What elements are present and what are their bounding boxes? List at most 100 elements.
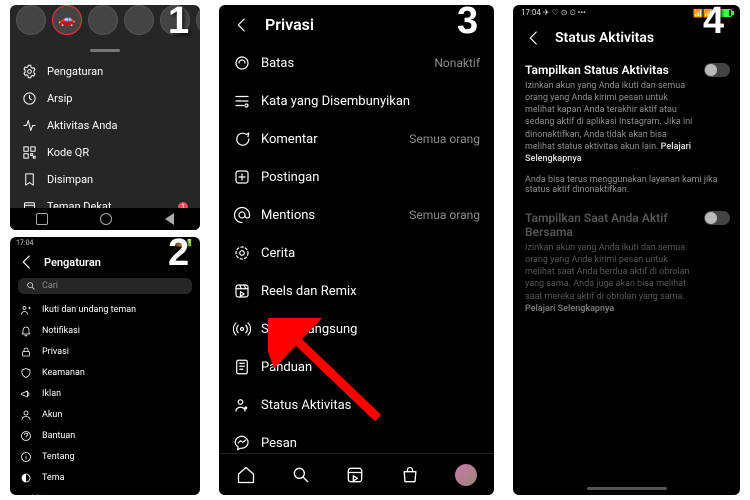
privacy-item-siaran[interactable]: Siaran Langsung	[219, 310, 494, 348]
settings-item-keamanan[interactable]: Keamanan	[10, 362, 200, 383]
settings-item-akun[interactable]: Akun	[10, 404, 200, 425]
settings-item-notifikasi[interactable]: Notifikasi	[10, 320, 200, 341]
reels-icon[interactable]	[345, 465, 365, 485]
shield-icon	[20, 367, 32, 379]
search-placeholder: Cari	[42, 281, 58, 291]
story-avatar[interactable]	[88, 5, 118, 35]
settings-label: Akun	[42, 410, 62, 420]
privacy-item-panduan[interactable]: Panduan	[219, 348, 494, 386]
item-label: Batas	[261, 56, 424, 71]
item-label: Panduan	[261, 360, 312, 375]
settings-item-tema[interactable]: Tema	[10, 467, 200, 488]
add-friend-icon	[20, 304, 32, 316]
menu-item-pengaturan[interactable]: Pengaturan	[10, 58, 200, 85]
item-value: Nonaktif	[434, 56, 480, 70]
toggle-switch[interactable]	[704, 211, 730, 225]
home-button[interactable]	[100, 213, 112, 225]
info-note: Anda bisa terus menggunakan layanan kami…	[513, 175, 740, 203]
live-icon	[233, 320, 251, 338]
bookmark-icon	[22, 172, 37, 187]
search-input[interactable]: Cari	[18, 278, 192, 294]
sheet-handle[interactable]	[90, 49, 120, 52]
header: Pengaturan	[10, 251, 200, 275]
status-time: 17:04	[16, 239, 33, 249]
item-label: Status Aktivitas	[261, 398, 351, 413]
account-icon	[20, 409, 32, 421]
toggle-title: Tampilkan Saat Anda Aktif Bersama	[525, 211, 728, 239]
activity-status-icon	[233, 396, 251, 414]
privacy-item-cerita[interactable]: Cerita	[219, 234, 494, 272]
item-label: Pesan	[261, 436, 297, 451]
gesture-bar[interactable]	[587, 487, 667, 490]
settings-item-privasi[interactable]: Privasi	[10, 341, 200, 362]
status-right: 📶📶	[693, 9, 732, 18]
settings-label: Privasi	[42, 347, 69, 357]
stories-row[interactable]: 🚗	[10, 5, 200, 41]
back-icon[interactable]	[525, 29, 543, 47]
menu-item-aktivitas[interactable]: Aktivitas Anda	[10, 112, 200, 139]
learn-more-link[interactable]: Pelajari Selengkapnya	[525, 304, 614, 314]
privacy-item-reels[interactable]: Reels dan Remix	[219, 272, 494, 310]
back-icon[interactable]	[18, 253, 36, 271]
menu-item-disimpan[interactable]: Disimpan	[10, 166, 200, 193]
activity-icon	[22, 118, 37, 133]
megaphone-icon	[20, 388, 32, 400]
menu-item-arsip[interactable]: Arsip	[10, 85, 200, 112]
settings-label: Iklan	[42, 389, 61, 399]
recents-button[interactable]	[36, 213, 48, 225]
back-icon[interactable]	[233, 16, 251, 34]
search-icon[interactable]	[291, 465, 311, 485]
menu-label: Disimpan	[47, 173, 93, 186]
settings-item-ikuti[interactable]: Ikuti dan undang teman	[10, 299, 200, 320]
privacy-item-komentar[interactable]: Komentar Semua orang	[219, 120, 494, 158]
battery-icon	[716, 9, 732, 17]
status-icons: 📶 🔋	[175, 239, 194, 249]
privacy-item-postingan[interactable]: Postingan	[219, 158, 494, 196]
settings-item-bantuan[interactable]: Bantuan	[10, 425, 200, 446]
screenshot-2-pengaturan: 17:04 📶 🔋 Pengaturan Cari Ikuti dan unda…	[10, 237, 200, 495]
profile-avatar[interactable]	[455, 464, 477, 486]
gear-icon	[22, 64, 37, 79]
guide-icon	[233, 358, 251, 376]
story-icon	[233, 244, 251, 262]
story-avatar[interactable]: 🚗	[52, 5, 82, 35]
item-label: Postingan	[261, 170, 319, 185]
settings-item-tentang[interactable]: Tentang	[10, 446, 200, 467]
story-avatar[interactable]	[160, 5, 190, 35]
home-icon[interactable]	[236, 465, 256, 485]
back-button[interactable]	[165, 213, 174, 225]
android-nav-bar	[10, 208, 200, 230]
settings-label: Ikuti dan undang teman	[42, 305, 136, 315]
toggle-item-aktif-bersama: Tampilkan Saat Anda Aktif Bersama Izinka…	[513, 203, 740, 325]
privacy-item-mentions[interactable]: Mentions Semua orang	[219, 196, 494, 234]
shop-icon[interactable]	[400, 465, 420, 485]
settings-label: Tentang	[42, 452, 75, 462]
page-title: Pengaturan	[44, 256, 101, 269]
menu-label: Arsip	[47, 92, 72, 105]
toggle-switch[interactable]	[704, 63, 730, 77]
settings-item-iklan[interactable]: Iklan	[10, 383, 200, 404]
item-label: Siaran Langsung	[261, 322, 357, 337]
screenshot-1-profile-menu: 🚗 Pengaturan Arsip Aktivitas Anda Kode Q…	[10, 5, 200, 230]
status-time: 17:04 ✈ ♡ ⊙ ⏲ •••	[521, 8, 586, 18]
privacy-item-status-aktivitas[interactable]: Status Aktivitas	[219, 386, 494, 424]
help-icon	[20, 430, 32, 442]
toggle-desc: Izinkan akun yang Anda ikuti dan semua o…	[525, 242, 728, 315]
item-label: Cerita	[261, 246, 295, 261]
bell-icon	[20, 325, 32, 337]
privacy-item-batas[interactable]: Batas Nonaktif	[219, 44, 494, 82]
story-avatar[interactable]	[124, 5, 154, 35]
bottom-sheet: Pengaturan Arsip Aktivitas Anda Kode QR …	[10, 41, 200, 230]
menu-item-kode-qr[interactable]: Kode QR	[10, 139, 200, 166]
item-label: Mentions	[261, 208, 399, 223]
bottom-nav	[219, 453, 494, 495]
messenger-icon	[233, 434, 251, 452]
page-title: Status Aktivitas	[555, 30, 654, 46]
settings-label: Notifikasi	[42, 326, 80, 336]
privacy-item-kata[interactable]: Kata yang Disembunyikan	[219, 82, 494, 120]
comment-icon	[233, 130, 251, 148]
reels-icon	[233, 282, 251, 300]
settings-label: Tema	[42, 473, 65, 483]
story-avatar[interactable]	[196, 5, 200, 35]
story-avatar[interactable]	[16, 5, 46, 35]
